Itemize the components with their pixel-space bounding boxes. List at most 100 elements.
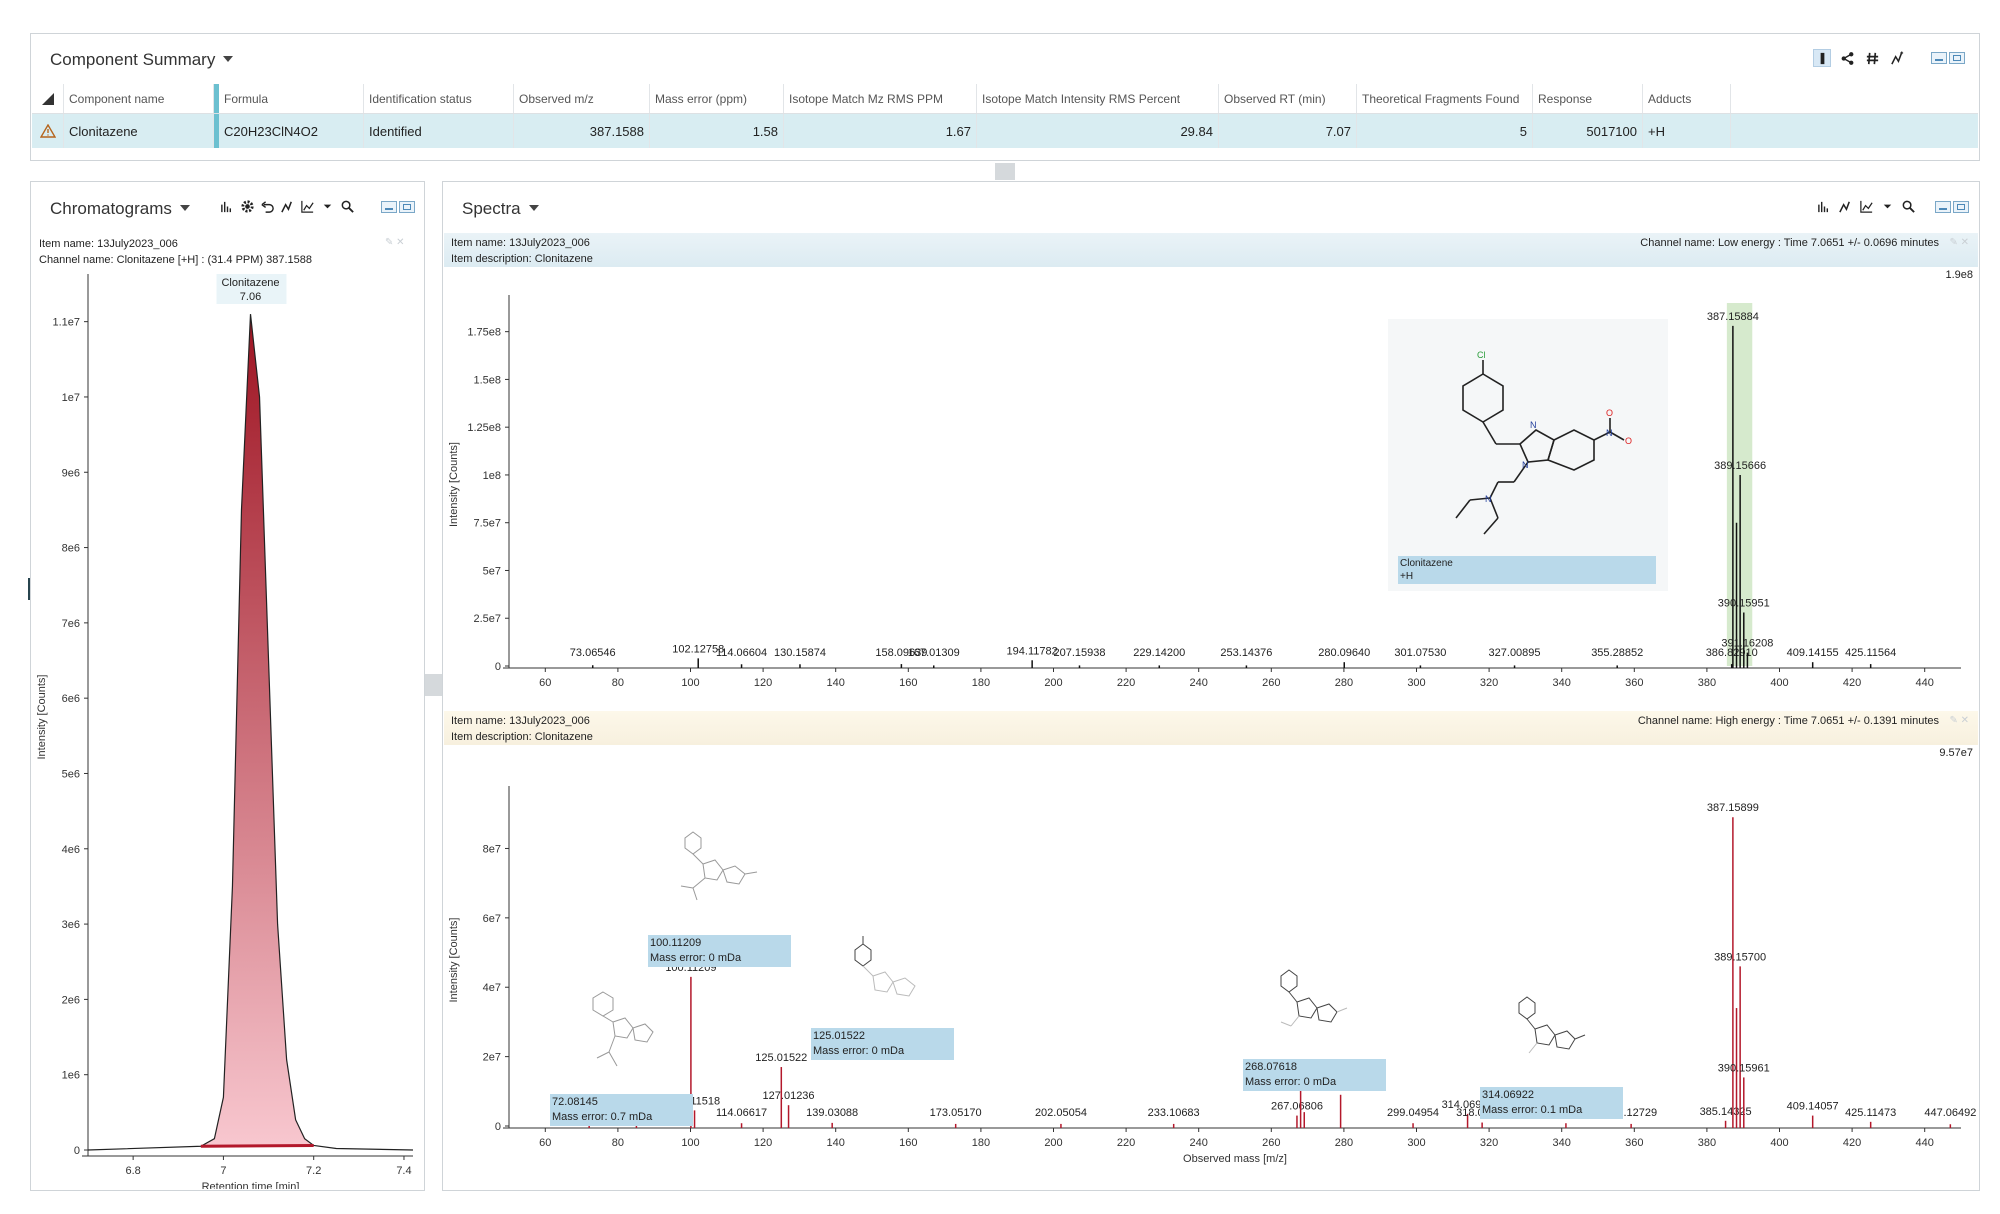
cell-rt: 7.07 — [1219, 114, 1357, 148]
export-chart-icon[interactable] — [1858, 198, 1874, 214]
spectra-title-text: Spectra — [462, 199, 521, 218]
col-header[interactable]: Isotope Match Mz RMS PPM — [784, 84, 977, 113]
y-tick-label: 1e7 — [62, 392, 80, 404]
pin-close-icon[interactable]: ✎ ✕ — [1949, 237, 1969, 248]
col-header[interactable]: Theoretical Fragments Found — [1357, 84, 1533, 113]
svg-text:N: N — [1530, 420, 1537, 430]
x-tick-label: 160 — [899, 1137, 917, 1149]
y-axis-label: Intensity [Counts] — [448, 918, 460, 1003]
low-item-name: Item name: 13July2023_006 — [451, 237, 590, 249]
peak-label: 130.15874 — [774, 647, 826, 659]
chromatogram-chart[interactable]: 0 1e6 2e6 3e6 4e6 5e6 6e6 7e6 8e6 9e6 1e7 1.1e7 6.8 7… — [31, 259, 424, 1189]
low-energy-spectrum[interactable]: 0 2.5e7 5e7 7.5e7 1e8 1.25e8 1.5e8 1.75e8 60 80 10… — [443, 268, 1979, 710]
chevron-down-icon[interactable] — [223, 55, 234, 62]
col-header[interactable]: Formula — [214, 84, 364, 113]
gear-icon[interactable] — [239, 198, 255, 214]
maximize-icon[interactable] — [399, 201, 415, 213]
peak-label: 391.16208 — [1721, 638, 1773, 650]
peak-label: 114.06617 — [716, 1107, 767, 1119]
share-icon[interactable] — [1839, 50, 1855, 66]
pin-close-icon[interactable]: ✎ ✕ — [385, 237, 405, 248]
x-tick-label: 300 — [1407, 677, 1425, 689]
minimize-icon[interactable] — [1935, 201, 1951, 213]
zoom-icon[interactable] — [1900, 198, 1916, 214]
fragment-callout[interactable]: 268.07618 Mass error: 0 mDa — [1243, 1059, 1386, 1091]
spectra-window-buttons — [1935, 201, 1969, 213]
chromatograms-title[interactable]: Chromatograms — [50, 199, 190, 219]
pin-close-icon[interactable]: ✎ ✕ — [1949, 715, 1969, 726]
fragment-callout[interactable]: 100.11209 Mass error: 0 mDa — [648, 935, 791, 967]
x-tick-label: 440 — [1916, 1137, 1934, 1149]
x-tick-label: 420 — [1843, 1137, 1861, 1149]
x-tick-label: 340 — [1553, 1137, 1571, 1149]
chromatograms-title-text: Chromatograms — [50, 199, 172, 218]
vertical-splitter-handle[interactable] — [995, 163, 1015, 180]
callout-mz: 268.07618 — [1245, 1061, 1297, 1073]
chevron-down-icon[interactable] — [319, 198, 335, 214]
hash-icon[interactable] — [1864, 50, 1880, 66]
structure-icon[interactable] — [1837, 198, 1853, 214]
y-tick-label: 1e6 — [62, 1070, 80, 1082]
chevron-down-icon[interactable] — [528, 204, 539, 211]
high-item-desc: Item description: Clonitazene — [451, 731, 593, 743]
peak-label: 387.15899 — [1707, 802, 1759, 814]
export-chart-icon[interactable] — [299, 198, 315, 214]
x-tick-label: 100 — [681, 677, 699, 689]
x-tick-label: 7.4 — [396, 1165, 411, 1177]
undo-icon[interactable] — [259, 198, 275, 214]
peak-icon[interactable] — [219, 198, 235, 214]
x-tick-label: 360 — [1625, 1137, 1643, 1149]
minimize-icon[interactable] — [1931, 52, 1947, 64]
col-header[interactable]: Component name — [64, 84, 214, 113]
peak-label: 125.01522 — [755, 1052, 807, 1064]
zoom-icon[interactable] — [339, 198, 355, 214]
peak-label: 390.15951 — [1718, 598, 1770, 610]
peak-label: 425.11564 — [1845, 647, 1896, 659]
fragment-structure — [680, 831, 758, 901]
col-header[interactable]: Observed m/z — [514, 84, 650, 113]
x-tick-label: 360 — [1625, 677, 1643, 689]
y-tick-label: 1.1e7 — [52, 317, 80, 329]
col-header[interactable]: Identification status — [364, 84, 514, 113]
col-header[interactable]: Response — [1533, 84, 1643, 113]
peak-label: 167.01309 — [908, 647, 960, 659]
minimize-icon[interactable] — [381, 201, 397, 213]
x-tick-label: 320 — [1480, 1137, 1498, 1149]
callout-mz: 314.06922 — [1482, 1089, 1534, 1101]
peak-label: 127.01236 — [763, 1090, 815, 1102]
low-item-desc: Item description: Clonitazene — [451, 253, 593, 265]
horizontal-splitter-handle[interactable] — [425, 674, 443, 696]
callout-mz: 100.11209 — [650, 937, 702, 949]
x-tick-label: 200 — [1044, 1137, 1062, 1149]
peak-label: 409.14057 — [1787, 1101, 1839, 1113]
maximize-icon[interactable] — [1949, 52, 1965, 64]
peak-label: 355.28852 — [1591, 647, 1643, 659]
peak-icon[interactable] — [1816, 198, 1832, 214]
structure-icon[interactable] — [1889, 50, 1905, 66]
col-header[interactable]: Adducts — [1643, 84, 1731, 113]
y-tick-label: 7e6 — [62, 618, 80, 630]
flask-icon[interactable] — [1813, 49, 1831, 67]
structure-label-name: Clonitazene — [1400, 558, 1453, 569]
summary-table-row[interactable]: Clonitazene C20H23ClN4O2 Identified 387.… — [32, 114, 1978, 148]
chevron-down-icon[interactable] — [1879, 198, 1895, 214]
y-tick-label: 4e6 — [62, 844, 80, 856]
x-tick-label: 400 — [1770, 1137, 1788, 1149]
select-all-corner[interactable] — [32, 84, 64, 113]
spectra-title[interactable]: Spectra — [462, 199, 539, 219]
structure-icon[interactable] — [279, 198, 295, 214]
x-tick-label: 420 — [1843, 677, 1861, 689]
chevron-down-icon[interactable] — [179, 204, 190, 211]
col-header[interactable]: Observed RT (min) — [1219, 84, 1357, 113]
fragment-structure — [854, 936, 916, 997]
col-header[interactable]: Isotope Match Intensity RMS Percent — [977, 84, 1219, 113]
component-summary-title[interactable]: Component Summary — [50, 50, 234, 70]
peak-baseline — [200, 1143, 314, 1148]
peak-label: 233.10683 — [1148, 1107, 1200, 1119]
fragment-callout[interactable]: 72.08145 Mass error: 0.7 mDa — [550, 1094, 693, 1126]
structure-label: Clonitazene +H — [1398, 556, 1656, 584]
maximize-icon[interactable] — [1953, 201, 1969, 213]
col-header[interactable]: Mass error (ppm) — [650, 84, 784, 113]
fragment-callout[interactable]: 314.06922 Mass error: 0.1 mDa — [1480, 1087, 1623, 1119]
fragment-callout[interactable]: 125.01522 Mass error: 0 mDa — [811, 1028, 954, 1060]
